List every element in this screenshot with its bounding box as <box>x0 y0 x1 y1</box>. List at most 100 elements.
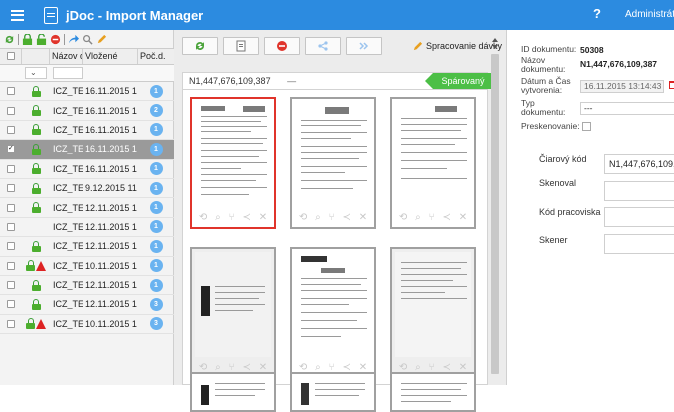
row-checkbox[interactable] <box>7 106 15 115</box>
row-checkbox[interactable] <box>7 319 15 328</box>
row-name: ICZ_TES <box>53 318 83 329</box>
page-preview <box>195 377 271 410</box>
status-filter-select[interactable]: ⌄ <box>25 67 47 79</box>
zoom-icon[interactable]: ⌕ <box>215 209 221 227</box>
close-icon[interactable]: ✕ <box>459 209 467 227</box>
type-field[interactable]: --- <box>580 102 674 115</box>
table-row[interactable]: ICZ_TES12.11.2015 1 1 <box>0 276 174 296</box>
table-row[interactable]: ICZ_TES10.11.2015 1 3 <box>0 315 174 335</box>
page-thumbnail[interactable]: ⟲ ⌕ ⑂ ≺ ✕ <box>190 97 276 229</box>
unlock-icon[interactable] <box>36 33 47 45</box>
row-checkbox[interactable] <box>7 203 15 212</box>
scroll-thumb[interactable] <box>491 54 499 374</box>
delete-button[interactable] <box>264 37 300 55</box>
row-checkbox[interactable]: ✓ <box>7 145 15 154</box>
split-icon[interactable]: ⑂ <box>329 209 335 227</box>
pages-scrollbar[interactable] <box>490 30 500 385</box>
page-thumbnail[interactable] <box>190 372 276 412</box>
user-menu[interactable]: Administrátor <box>625 9 674 20</box>
page-thumbnail[interactable]: ⟲ ⌕ ⑂ ≺ ✕ <box>190 247 276 379</box>
merge-icon[interactable]: ≺ <box>442 209 450 227</box>
row-checkbox[interactable] <box>7 300 15 309</box>
zoom-icon[interactable]: ⌕ <box>415 209 421 227</box>
row-inserted: 12.11.2015 1 <box>85 241 137 252</box>
rotate-icon[interactable]: ⟲ <box>399 209 407 227</box>
page-preview <box>295 377 371 410</box>
table-row[interactable]: ICZ_TES16.11.2015 1 1 <box>0 160 174 179</box>
close-icon[interactable]: ✕ <box>359 209 367 227</box>
row-checkbox[interactable] <box>7 222 15 231</box>
table-row[interactable]: ICZ_TES12.11.2015 1 1 <box>0 198 174 218</box>
split-icon[interactable]: ⑂ <box>229 209 235 227</box>
row-checkbox[interactable] <box>7 281 15 290</box>
table-row[interactable]: ICZ_TES16.11.2015 1 1 <box>0 121 174 141</box>
app-title: jDoc - Import Manager <box>66 7 204 23</box>
scanner-field[interactable] <box>604 234 674 254</box>
col-status[interactable] <box>22 49 50 64</box>
menu-icon[interactable] <box>0 0 34 30</box>
row-checkbox[interactable] <box>7 87 15 96</box>
rotate-icon[interactable]: ⟲ <box>299 209 307 227</box>
row-name: ICZ_TES <box>53 163 83 174</box>
forward-button[interactable] <box>346 37 382 55</box>
merge-icon[interactable]: ≺ <box>342 209 350 227</box>
count-badge: 1 <box>149 123 163 137</box>
row-checkbox[interactable] <box>7 125 15 134</box>
share-icon <box>318 41 328 51</box>
page-thumbnail[interactable]: ⟲ ⌕ ⑂ ≺ ✕ <box>290 247 376 379</box>
merge-icon[interactable]: ≺ <box>242 209 250 227</box>
process-batch-button[interactable]: Spracovanie dávky <box>412 41 502 52</box>
help-icon[interactable]: ? <box>593 6 601 21</box>
workplace-field[interactable] <box>604 207 674 227</box>
col-name[interactable]: Názov d <box>50 49 83 64</box>
document-collapse-toggle[interactable]: — <box>281 76 303 86</box>
row-checkbox[interactable] <box>7 164 15 173</box>
refresh-button[interactable] <box>182 37 218 55</box>
page-thumbnail[interactable]: ⟲ ⌕ ⑂ ≺ ✕ <box>290 97 376 229</box>
table-row[interactable]: ICZ_TES12.11.2015 1 1 <box>0 237 174 257</box>
rotate-icon[interactable]: ⟲ <box>199 209 207 227</box>
col-check[interactable] <box>0 49 22 64</box>
name-filter-input[interactable] <box>53 67 83 79</box>
refresh-icon[interactable] <box>4 34 15 45</box>
page-thumbnail[interactable]: ⟲ ⌕ ⑂ ≺ ✕ <box>390 247 476 379</box>
table-row[interactable]: ICZ_TES12.11.2015 1 1 <box>0 218 174 238</box>
rescan-checkbox[interactable] <box>582 122 591 131</box>
row-checkbox[interactable] <box>7 261 15 270</box>
page-thumbnail[interactable]: ⟲ ⌕ ⑂ ≺ ✕ <box>390 97 476 229</box>
lock-icon <box>31 279 41 291</box>
row-checkbox[interactable] <box>7 184 15 193</box>
table-row[interactable]: ICZ_TES9.12.2015 11 1 <box>0 179 174 199</box>
search-icon[interactable] <box>82 34 93 45</box>
share-button[interactable] <box>305 37 341 55</box>
split-icon[interactable]: ⑂ <box>429 209 435 227</box>
col-count[interactable]: Poč.d. <box>138 49 174 64</box>
scanned-by-label: Skenoval <box>539 178 577 188</box>
page-thumbnail[interactable] <box>290 372 376 412</box>
scroll-up-icon[interactable] <box>492 38 498 42</box>
col-inserted[interactable]: Vložené <box>83 49 138 64</box>
page-properties-button[interactable] <box>223 37 259 55</box>
scroll-down-icon[interactable] <box>492 45 498 49</box>
scanned-by-field[interactable] <box>604 181 674 201</box>
share-icon[interactable] <box>68 34 79 45</box>
table-row[interactable]: ✓ ICZ_TES16.11.2015 1 1 <box>0 140 174 160</box>
barcode-field[interactable]: N1,447,676,109,387 <box>604 154 674 174</box>
table-row[interactable]: ICZ_TES16.11.2015 1 1 <box>0 82 174 102</box>
document-pages-panel: Spracovanie dávky N1,447,676,109,387 — S… <box>174 30 506 412</box>
table-row[interactable]: ICZ_TES10.11.2015 1 1 <box>0 257 174 276</box>
table-row[interactable]: ICZ_TES12.11.2015 1 3 <box>0 295 174 315</box>
zoom-icon[interactable]: ⌕ <box>315 209 321 227</box>
delete-icon[interactable] <box>50 34 61 45</box>
lock-icon[interactable] <box>22 33 33 45</box>
row-checkbox[interactable] <box>7 242 15 251</box>
calendar-icon[interactable] <box>669 81 674 89</box>
edit-icon[interactable] <box>96 34 107 45</box>
batch-rows: ICZ_TES16.11.2015 11ICZ_TES16.11.2015 12… <box>0 82 174 335</box>
date-field[interactable]: 16.11.2015 13:14:43 <box>580 80 664 93</box>
close-icon[interactable]: ✕ <box>259 209 267 227</box>
page-icon <box>236 40 246 52</box>
document-header[interactable]: N1,447,676,109,387 — Spárovaný <box>182 72 493 90</box>
page-thumbnail[interactable] <box>390 372 476 412</box>
table-row[interactable]: ICZ_TES16.11.2015 1 2 <box>0 101 174 121</box>
